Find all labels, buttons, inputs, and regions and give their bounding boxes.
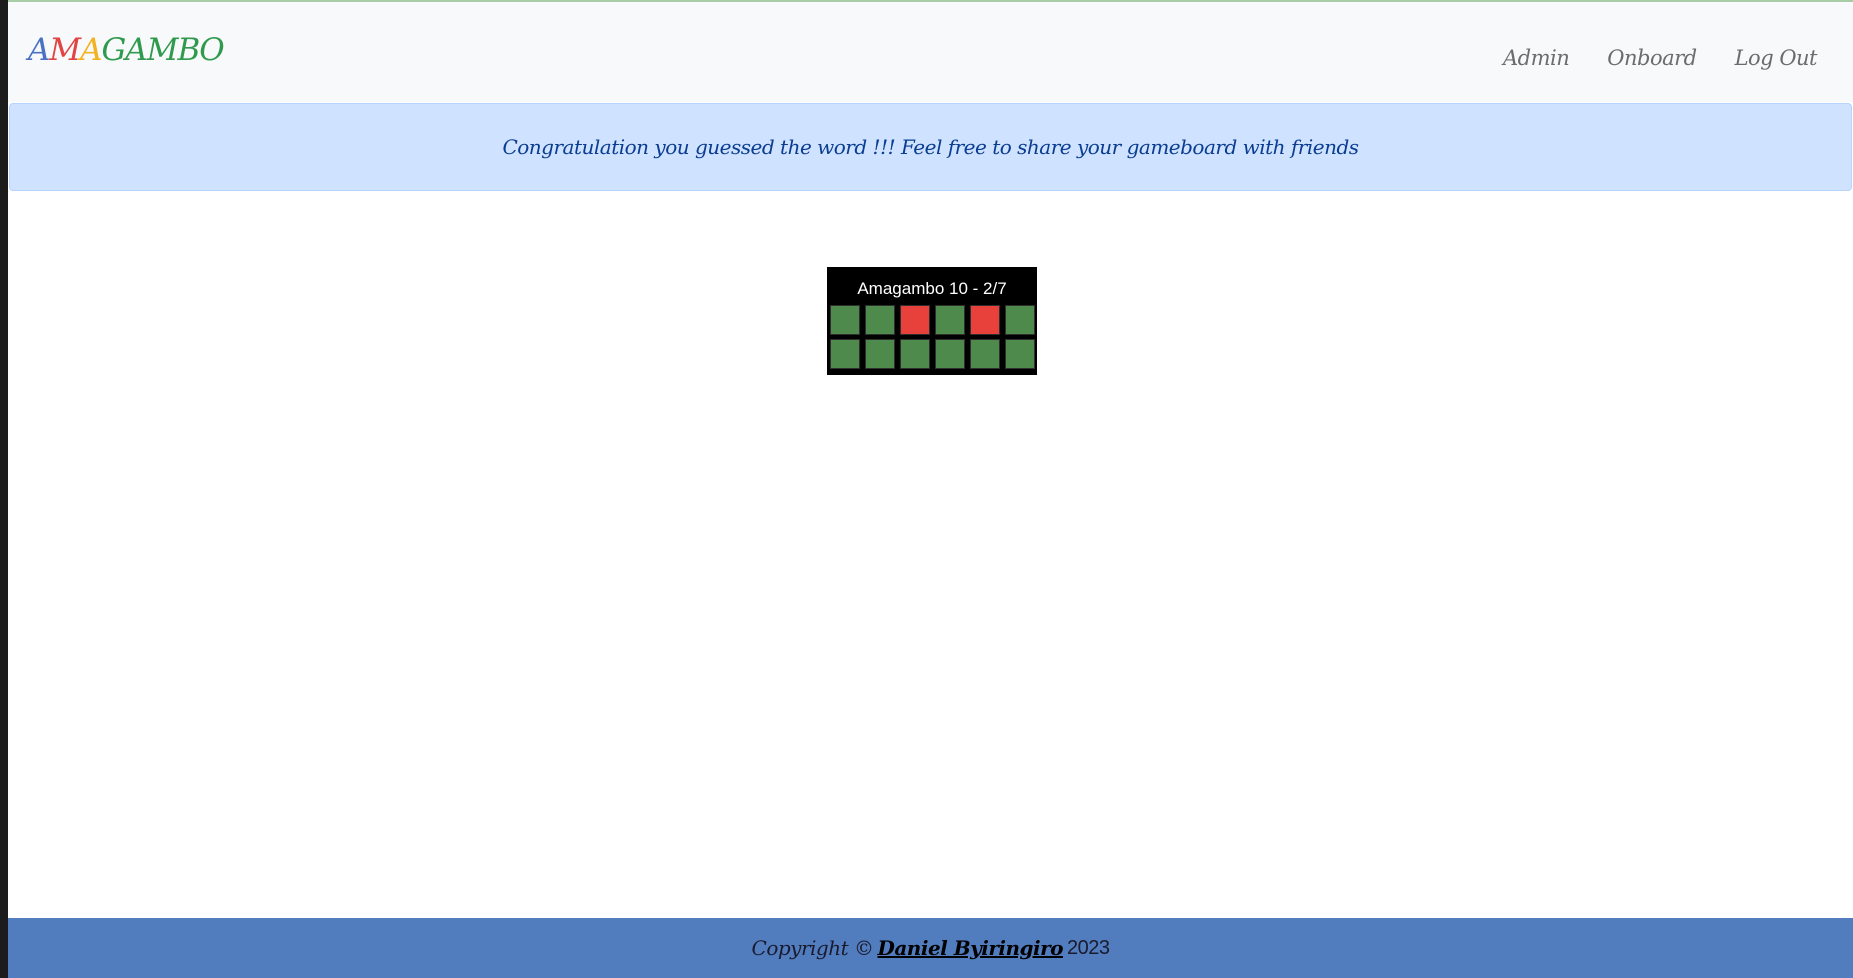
success-alert: Congratulation you guessed the word !!! … [9,103,1852,191]
gameboard-cell-green [865,339,895,369]
brand-logo[interactable]: AMAGAMBO [28,32,225,68]
alert-message: Congratulation you guessed the word !!! … [502,135,1359,159]
copyright-label: Copyright © [751,936,874,960]
gameboard-row [829,305,1035,335]
gameboard-cell-green [1005,339,1035,369]
nav-link-logout[interactable]: Log Out [1735,46,1818,70]
window-edge [0,0,8,978]
gameboard-grid [829,305,1035,369]
gameboard-cell-green [935,305,965,335]
brand-letter: G [101,32,127,68]
brand-letter: M [49,32,81,68]
gameboard-cell-green [865,305,895,335]
nav-link-onboard[interactable]: Onboard [1607,46,1697,70]
gameboard-cell-green [830,305,860,335]
brand-letter: B [177,32,200,68]
copyright-year: 2023 [1066,936,1110,959]
brand-letter: M [146,32,179,68]
footer: Copyright © Daniel Byiringiro 2023 [8,918,1853,978]
gameboard-cell-green [935,339,965,369]
brand-letter: A [80,32,102,68]
brand-letter: A [28,32,50,68]
gameboard-row [829,339,1035,369]
author-link[interactable]: Daniel Byiringiro [878,936,1064,960]
navbar: AMAGAMBO Admin Onboard Log Out [8,2,1853,102]
gameboard-cell-red [970,305,1000,335]
gameboard-title: Amagambo 10 - 2/7 [857,279,1007,298]
gameboard-cell-green [830,339,860,369]
nav-link-admin[interactable]: Admin [1503,46,1570,70]
brand-letter: A [125,32,147,68]
gameboard-cell-green [1005,305,1035,335]
nav-links: Admin Onboard Log Out [1503,46,1818,70]
gameboard-cell-green [970,339,1000,369]
gameboard: Amagambo 10 - 2/7 [827,267,1037,375]
gameboard-cell-green [900,339,930,369]
brand-letter: O [199,32,224,68]
gameboard-cell-red [900,305,930,335]
